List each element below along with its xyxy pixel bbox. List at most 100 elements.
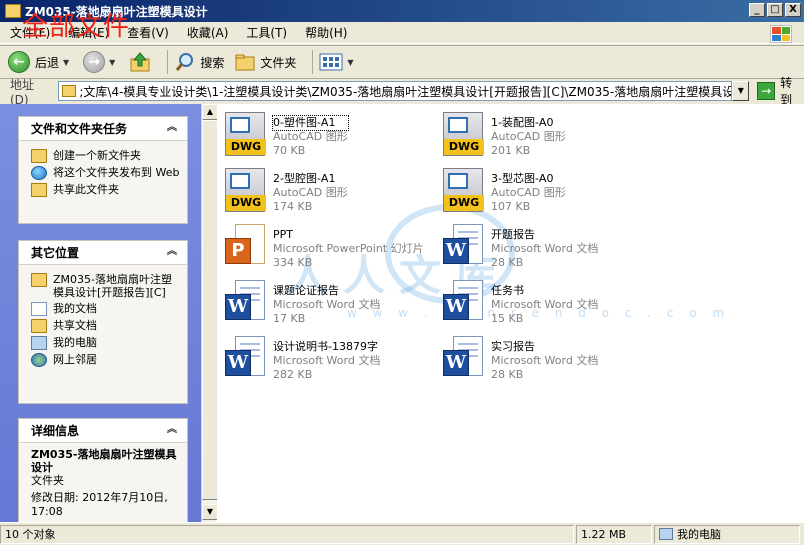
title-bar: ZM035-落地扇扇叶注塑模具设计 _ □ X xyxy=(0,0,804,22)
file-size: 282 KB xyxy=(273,368,313,381)
go-label: 转到 xyxy=(780,76,793,107)
views-button[interactable]: ▼ xyxy=(319,52,357,72)
file-item[interactable]: DWG 2-型腔图-A1 AutoCAD 图形 174 KB xyxy=(219,166,434,218)
status-count: 10 个对象 xyxy=(0,524,574,544)
file-item[interactable]: P PPT Microsoft PowerPoint 幻灯片 334 KB xyxy=(219,222,434,274)
file-type: Microsoft PowerPoint 幻灯片 xyxy=(273,242,424,255)
file-type: Microsoft Word 文档 xyxy=(491,242,599,255)
scroll-down-icon[interactable]: ▼ xyxy=(202,504,218,520)
place-network[interactable]: 网上邻居 xyxy=(31,353,181,367)
file-item[interactable]: W 开题报告 Microsoft Word 文档 28 KB xyxy=(437,222,652,274)
place-label: ZM035-落地扇扇叶注塑模具设计[开题报告][C] xyxy=(53,273,172,299)
maximize-button[interactable]: □ xyxy=(767,3,783,17)
dwg-file-icon: DWG xyxy=(219,166,267,214)
place-parent-folder[interactable]: ZM035-落地扇扇叶注塑模具设计[开题报告][C] xyxy=(31,273,181,299)
folder-icon xyxy=(62,85,77,97)
chevron-down-icon: ▼ xyxy=(347,57,354,67)
back-button[interactable]: ← 后退 ▼ xyxy=(8,51,73,73)
other-places-header[interactable]: 其它位置 ︽ xyxy=(19,241,187,265)
task-label: 共享此文件夹 xyxy=(53,183,119,196)
place-label: 共享文档 xyxy=(53,319,97,332)
views-icon xyxy=(319,53,343,71)
collapse-icon[interactable]: ︽ xyxy=(165,246,179,260)
toolbar: ← 后退 ▼ → ▼ 搜索 文件夹 ▼ xyxy=(0,45,804,79)
file-size: 174 KB xyxy=(273,200,313,213)
file-item[interactable]: W 任务书 Microsoft Word 文档 15 KB xyxy=(437,278,652,330)
menu-bar: 文件(F) 编辑(E) 查看(V) 收藏(A) 工具(T) 帮助(H) xyxy=(0,22,804,44)
task-label: 创建一个新文件夹 xyxy=(53,149,141,162)
file-name: PPT xyxy=(273,228,293,241)
place-label: 网上邻居 xyxy=(53,353,97,366)
scroll-up-icon[interactable]: ▲ xyxy=(202,104,218,120)
forward-button[interactable]: → ▼ xyxy=(83,51,119,73)
toolbar-separator xyxy=(167,50,169,74)
search-label: 搜索 xyxy=(200,55,225,70)
task-label: 将这个文件夹发布到 Web xyxy=(53,166,180,179)
up-folder-icon xyxy=(130,52,150,72)
menu-tools[interactable]: 工具(T) xyxy=(246,24,287,41)
file-name: 1-装配图-A0 xyxy=(491,116,554,129)
details-header[interactable]: 详细信息 ︽ xyxy=(19,419,187,443)
details-type: 文件夹 xyxy=(31,474,64,487)
back-arrow-icon: ← xyxy=(8,51,30,73)
menu-favorites[interactable]: 收藏(A) xyxy=(187,24,229,41)
task-new-folder[interactable]: 创建一个新文件夹 xyxy=(31,149,181,163)
file-item[interactable]: DWG 0-塑件图-A1 AutoCAD 图形 70 KB xyxy=(219,110,434,162)
search-button[interactable]: 搜索 xyxy=(174,51,224,73)
shared-documents-icon xyxy=(31,319,47,333)
menu-view[interactable]: 查看(V) xyxy=(127,24,169,41)
file-item[interactable]: W 实习报告 Microsoft Word 文档 28 KB xyxy=(437,334,652,386)
search-icon xyxy=(176,53,194,71)
task-pane: 文件和文件夹任务 ︽ 创建一个新文件夹 将这个文件夹发布到 Web 共享此文件夹… xyxy=(0,104,201,522)
address-field[interactable]: ;文库\4-模具专业设计类\1-注塑模具设计类\ZM035-落地扇扇叶注塑模具设… xyxy=(58,81,733,101)
share-folder-icon xyxy=(31,183,47,197)
file-type: AutoCAD 图形 xyxy=(491,186,566,199)
menu-file[interactable]: 文件(F) xyxy=(10,24,50,41)
details-modified-time: 17:08 xyxy=(31,505,63,518)
address-dropdown-button[interactable]: ▼ xyxy=(732,81,750,101)
details-modified: 修改日期: 2012年7月10日, xyxy=(31,491,168,504)
file-item[interactable]: DWG 1-装配图-A0 AutoCAD 图形 201 KB xyxy=(437,110,652,162)
close-button[interactable]: X xyxy=(785,3,801,17)
file-item[interactable]: W 设计说明书-13879字 Microsoft Word 文档 282 KB xyxy=(219,334,434,386)
windows-logo-icon xyxy=(770,25,792,43)
file-tasks-header[interactable]: 文件和文件夹任务 ︽ xyxy=(19,117,187,141)
up-folder-button[interactable] xyxy=(129,51,151,73)
file-name: 3-型芯图-A0 xyxy=(491,172,554,185)
collapse-icon[interactable]: ︽ xyxy=(165,122,179,136)
file-list-area[interactable]: 人人文库 w w w . r e n r e n d o c . c o m D… xyxy=(217,104,804,522)
folders-button[interactable]: 文件夹 xyxy=(234,51,296,73)
details-panel: 详细信息 ︽ ZM035-落地扇扇叶注塑模具设计 文件夹 修改日期: 2012年… xyxy=(18,418,188,522)
file-item[interactable]: DWG 3-型芯图-A0 AutoCAD 图形 107 KB xyxy=(437,166,652,218)
place-my-documents[interactable]: 我的文档 xyxy=(31,302,181,316)
file-name: 2-型腔图-A1 xyxy=(273,172,336,185)
scroll-thumb[interactable] xyxy=(202,120,218,500)
new-folder-icon xyxy=(31,149,47,163)
task-share-folder[interactable]: 共享此文件夹 xyxy=(31,183,181,197)
task-pane-scrollbar[interactable]: ▲ ▼ xyxy=(201,104,218,522)
place-my-computer[interactable]: 我的电脑 xyxy=(31,336,181,350)
my-documents-icon xyxy=(31,302,47,316)
file-size: 70 KB xyxy=(273,144,306,157)
other-places-title: 其它位置 xyxy=(31,246,80,260)
file-size: 15 KB xyxy=(491,312,524,325)
task-publish-web[interactable]: 将这个文件夹发布到 Web xyxy=(31,166,181,180)
file-item[interactable]: W 课题论证报告 Microsoft Word 文档 17 KB xyxy=(219,278,434,330)
word-file-icon: W xyxy=(219,278,267,326)
dwg-file-icon: DWG xyxy=(219,110,267,158)
chevron-down-icon: ▼ xyxy=(63,57,70,67)
my-computer-icon xyxy=(659,528,673,540)
other-places-panel: 其它位置 ︽ ZM035-落地扇扇叶注塑模具设计[开题报告][C] 我的文档 共… xyxy=(18,240,188,404)
menu-edit[interactable]: 编辑(E) xyxy=(68,24,109,41)
back-label: 后退 xyxy=(35,55,60,70)
collapse-icon[interactable]: ︽ xyxy=(165,424,179,438)
word-file-icon: W xyxy=(437,334,485,382)
file-type: Microsoft Word 文档 xyxy=(491,298,599,311)
status-location: 我的电脑 xyxy=(654,524,800,544)
folder-icon xyxy=(5,4,21,18)
powerpoint-file-icon: P xyxy=(219,222,267,270)
go-button[interactable]: → 转到 xyxy=(757,74,804,108)
place-shared-documents[interactable]: 共享文档 xyxy=(31,319,181,333)
menu-help[interactable]: 帮助(H) xyxy=(305,24,347,41)
minimize-button[interactable]: _ xyxy=(749,3,765,17)
